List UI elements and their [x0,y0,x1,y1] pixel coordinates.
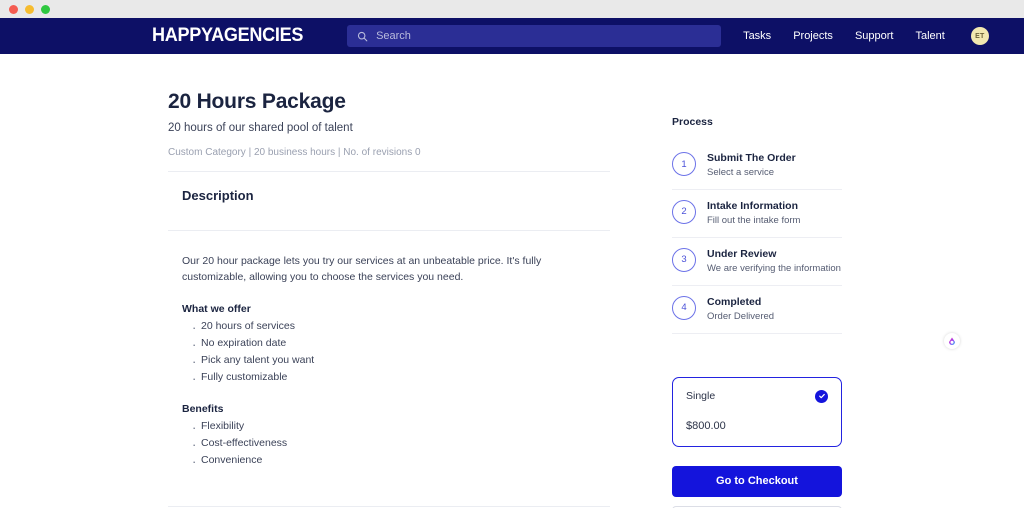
process-step-2: 2 Intake Information Fill out the intake… [672,190,842,238]
step-name: Intake Information [707,199,799,212]
step-description: Order Delivered [707,311,775,323]
step-number-badge: 3 [672,247,696,272]
page-title: 20 Hours Package [168,90,346,113]
step-number-badge: 4 [672,295,696,320]
search-placeholder: Search [376,30,411,42]
step-description: We are verifying the information [707,263,841,275]
list-item: Fully customizable [192,368,602,389]
minimize-window-button[interactable] [25,4,34,14]
search-input[interactable]: Search [347,25,722,47]
offer-list: 20 hours of services No expiration date … [182,317,602,389]
benefits-heading: Benefits [182,402,224,415]
nav-item-support[interactable]: Support [855,30,894,42]
step-number-badge: 2 [672,199,696,224]
header-nav: Tasks Projects Support Talent ET [743,27,989,45]
list-item: No expiration date [192,334,602,355]
benefits-list: Flexibility Cost-effectiveness Convenien… [182,417,602,472]
step-number-badge: 1 [672,152,696,176]
process-heading: Process [672,116,713,128]
nav-item-talent[interactable]: Talent [915,30,944,42]
go-to-checkout-button[interactable]: Go to Checkout [672,465,842,497]
list-item: 20 hours of services [192,317,602,338]
page-body: 20 Hours Package 20 hours of our shared … [0,54,1024,508]
search-icon [357,31,368,41]
avatar[interactable]: ET [970,27,989,45]
app-logo[interactable]: HappyAgencies [152,25,303,47]
section-heading-description: Description [182,188,254,203]
step-description: Fill out the intake form [707,215,801,227]
window-chrome [0,0,1024,18]
section-body-description: Our 20 hour package lets you try our ser… [168,231,610,493]
brand-logo-icon[interactable] [944,333,960,349]
price-card-header: Single [686,389,828,403]
description-paragraph: Our 20 hour package lets you try our ser… [182,255,542,284]
step-name: Under Review [707,247,777,260]
list-item: Convenience [192,451,602,472]
close-window-button[interactable] [9,4,18,14]
offer-heading: What we offer [182,302,251,315]
check-icon [815,389,828,403]
step-name: Submit The Order [707,152,796,164]
process-step-4: 4 Completed Order Delivered [672,286,842,334]
main-content: 20 Hours Package 20 hours of our shared … [168,90,610,508]
list-item: Pick any talent you want [192,351,602,372]
order-sidebar: Process 1 Submit The Order Select a serv… [672,116,842,508]
price-option-card[interactable]: Single $800.00 [672,376,842,447]
nav-item-projects[interactable]: Projects [793,30,833,42]
step-name: Completed [707,295,762,308]
process-step-1: 1 Submit The Order Select a service [672,142,842,190]
nav-item-tasks[interactable]: Tasks [743,30,771,42]
process-step-3: 3 Under Review We are verifying the info… [672,238,842,286]
app-header: HappyAgencies Search Tasks Projects Supp… [0,18,1024,54]
page-subtitle: 20 hours of our shared pool of talent [168,122,353,134]
step-description: Select a service [707,167,775,179]
list-item: Cost-effectiveness [192,434,602,455]
maximize-window-button[interactable] [41,4,50,14]
list-item: Flexibility [192,417,602,438]
price-option-label: Single [686,390,716,403]
package-meta: Custom Category | 20 business hours | No… [168,147,421,158]
price-amount: $800.00 [686,419,726,432]
